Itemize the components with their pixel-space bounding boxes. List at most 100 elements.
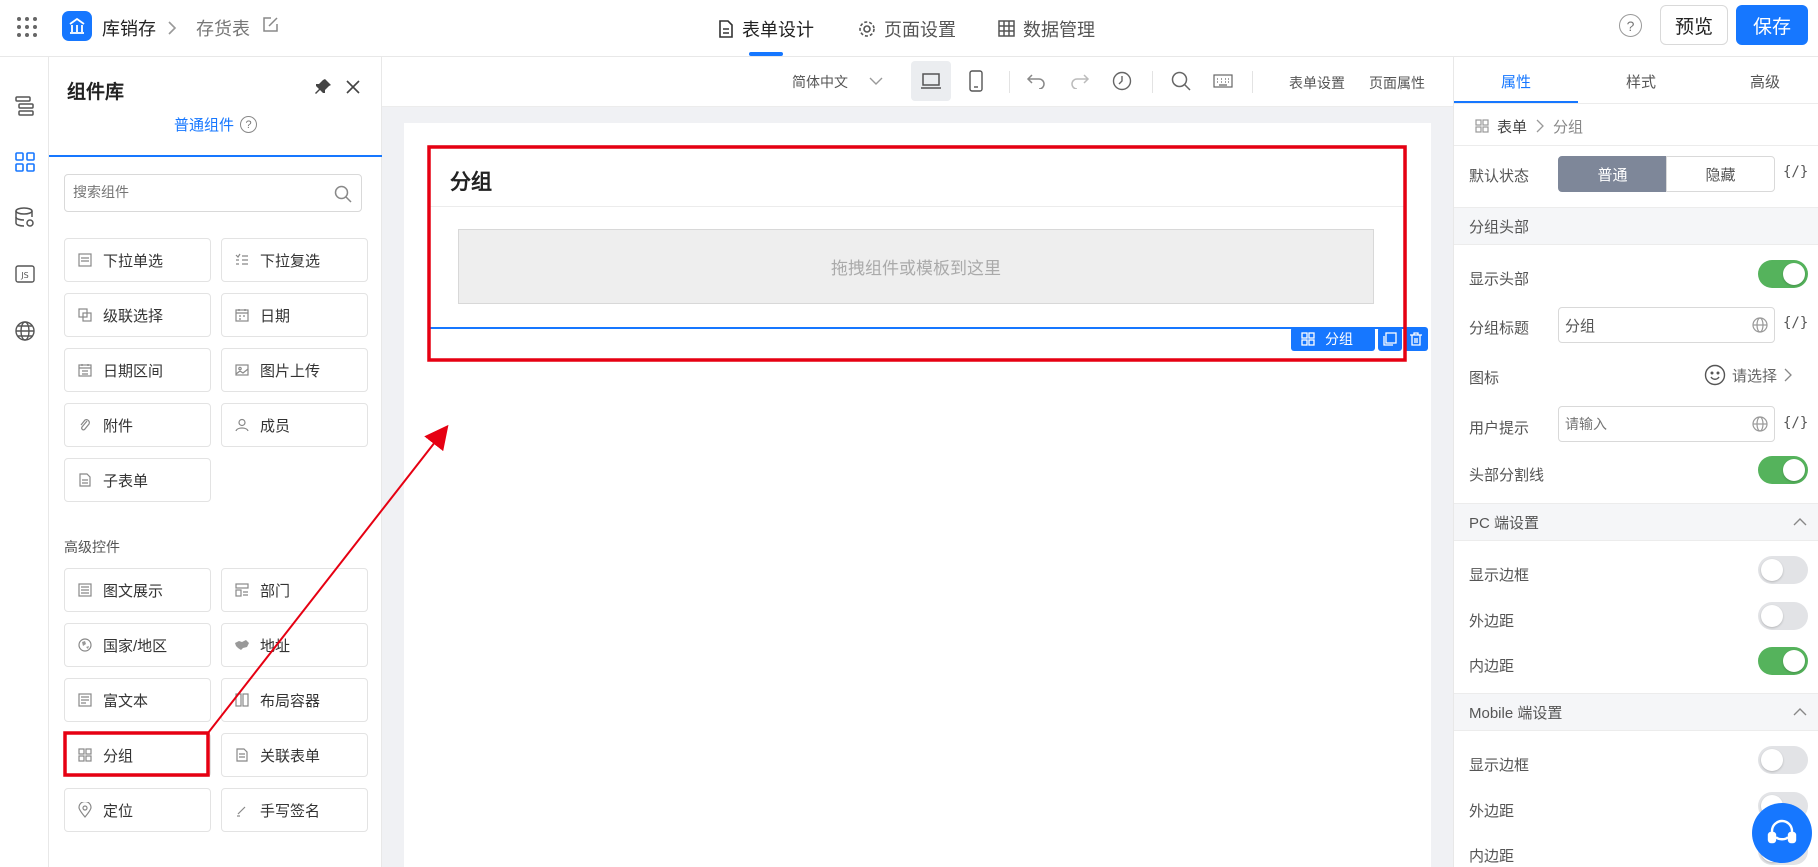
chevron-right-icon: [1536, 119, 1544, 133]
tab-style[interactable]: 样式: [1626, 71, 1656, 92]
undo-icon[interactable]: [1022, 67, 1050, 95]
component-department[interactable]: 部门: [221, 568, 368, 612]
component-image-upload[interactable]: 图片上传: [221, 348, 368, 392]
outline-icon[interactable]: [7, 88, 43, 124]
show-header-toggle[interactable]: [1758, 260, 1808, 288]
close-icon[interactable]: [341, 75, 365, 99]
default-state-label: 默认状态: [1469, 168, 1530, 185]
component-location[interactable]: 定位: [64, 788, 211, 832]
globe-icon[interactable]: [7, 313, 43, 349]
component-label: 图文展示: [103, 582, 164, 600]
pc-border-toggle[interactable]: [1758, 556, 1808, 584]
drop-zone[interactable]: 拖拽组件或模板到这里: [458, 229, 1374, 304]
icon-picker[interactable]: 请选择: [1704, 362, 1793, 388]
component-signature[interactable]: 手写签名: [221, 788, 368, 832]
component-rich-text[interactable]: 富文本: [64, 678, 211, 722]
user-hint-input[interactable]: [1565, 416, 1735, 432]
customer-service-icon[interactable]: [1752, 803, 1812, 863]
image-text-icon: [77, 582, 93, 598]
component-related-form[interactable]: 关联表单: [221, 733, 368, 777]
component-label: 日期区间: [103, 362, 164, 380]
app-name[interactable]: 库销存: [102, 15, 156, 41]
component-subform[interactable]: 子表单: [64, 458, 211, 502]
js-icon[interactable]: JS: [7, 256, 43, 292]
edit-icon[interactable]: [260, 14, 280, 34]
preview-button[interactable]: 预览: [1660, 5, 1728, 45]
language-select[interactable]: 简体中文: [792, 72, 848, 92]
keyboard-icon[interactable]: [1209, 67, 1237, 95]
app-grid-icon[interactable]: [14, 14, 40, 40]
delete-icon[interactable]: [1404, 327, 1428, 351]
smiley-icon: [1704, 364, 1726, 386]
component-group[interactable]: 分组: [64, 733, 211, 777]
chevron-up-icon[interactable]: [1793, 707, 1807, 716]
copy-icon[interactable]: [1378, 327, 1402, 351]
chevron-down-icon[interactable]: [868, 74, 884, 88]
section-pc-settings[interactable]: PC 端设置: [1454, 503, 1818, 541]
group-container[interactable]: 分组 拖拽组件或模板到这里: [428, 145, 1407, 329]
form-icon: [234, 747, 250, 763]
expression-button[interactable]: {/}: [1783, 315, 1808, 331]
component-address[interactable]: 地址: [221, 623, 368, 667]
tab-common-components[interactable]: 普通组件 ?: [49, 112, 382, 137]
component-date-range[interactable]: 日期区间: [64, 348, 211, 392]
group-title: 分组: [450, 171, 492, 194]
tab-page-settings[interactable]: 页面设置: [858, 0, 956, 57]
breadcrumb-root[interactable]: 表单: [1497, 116, 1527, 137]
pc-margin-toggle[interactable]: [1758, 602, 1808, 630]
expression-button[interactable]: {/}: [1783, 164, 1808, 180]
search-icon[interactable]: [1167, 67, 1195, 95]
globe-icon[interactable]: [1752, 317, 1768, 333]
tab-advanced[interactable]: 高级: [1750, 71, 1780, 92]
show-header-label: 显示头部: [1469, 271, 1530, 288]
save-button[interactable]: 保存: [1736, 5, 1808, 45]
section-mobile-settings[interactable]: Mobile 端设置: [1454, 693, 1818, 731]
chevron-up-icon[interactable]: [1793, 517, 1807, 526]
tab-label: 表单设计: [742, 19, 814, 40]
help-icon[interactable]: ?: [240, 116, 257, 133]
component-dropdown-single[interactable]: 下拉单选: [64, 238, 211, 282]
app-logo-icon: [62, 11, 92, 41]
map-icon: [234, 637, 250, 653]
mobile-border-toggle[interactable]: [1758, 746, 1808, 774]
search-icon[interactable]: [333, 184, 353, 204]
expression-button[interactable]: {/}: [1783, 415, 1808, 431]
pin-icon[interactable]: [311, 75, 335, 99]
state-normal-option[interactable]: 普通: [1558, 156, 1667, 192]
selected-component-tag[interactable]: 分组: [1291, 327, 1375, 351]
data-source-icon[interactable]: [7, 200, 43, 236]
help-icon[interactable]: ?: [1619, 14, 1642, 37]
top-bar: 库销存 存货表 表单设计 页面设置 数据管理 ? 预览 保存: [0, 0, 1818, 57]
component-layout-container[interactable]: 布局容器: [221, 678, 368, 722]
design-canvas: 简体中文 表单设置 页面属性 分组 拖拽组件或模板到这里 分组: [382, 57, 1453, 867]
component-cascader[interactable]: 级联选择: [64, 293, 211, 337]
header-divider-toggle[interactable]: [1758, 456, 1808, 484]
form-settings-button[interactable]: 表单设置: [1289, 73, 1345, 93]
section-group-header: 分组头部: [1454, 207, 1818, 245]
component-label: 级联选择: [103, 307, 164, 325]
state-hidden-option[interactable]: 隐藏: [1666, 156, 1775, 192]
pc-padding-label: 内边距: [1469, 658, 1515, 675]
page-name[interactable]: 存货表: [196, 15, 250, 41]
history-icon[interactable]: [1108, 67, 1136, 95]
pc-margin-label: 外边距: [1469, 613, 1515, 630]
component-attachment[interactable]: 附件: [64, 403, 211, 447]
desktop-view-icon[interactable]: [911, 61, 951, 101]
component-date[interactable]: 日期: [221, 293, 368, 337]
page-properties-button[interactable]: 页面属性: [1369, 73, 1425, 93]
components-icon[interactable]: [7, 144, 43, 180]
group-title-field[interactable]: 分组: [1558, 307, 1775, 343]
pc-padding-toggle[interactable]: [1758, 647, 1808, 675]
search-input[interactable]: [73, 175, 313, 209]
component-image-text[interactable]: 图文展示: [64, 568, 211, 612]
redo-icon[interactable]: [1066, 67, 1094, 95]
globe-icon[interactable]: [1752, 416, 1768, 432]
tab-properties[interactable]: 属性: [1501, 71, 1531, 92]
component-dropdown-multi[interactable]: 下拉复选: [221, 238, 368, 282]
mobile-view-icon[interactable]: [958, 63, 994, 99]
component-country-region[interactable]: 国家/地区: [64, 623, 211, 667]
tab-form-design[interactable]: 表单设计: [718, 0, 814, 57]
icon-select-text: 请选择: [1732, 367, 1778, 385]
tab-data-management[interactable]: 数据管理: [998, 0, 1095, 57]
component-member[interactable]: 成员: [221, 403, 368, 447]
